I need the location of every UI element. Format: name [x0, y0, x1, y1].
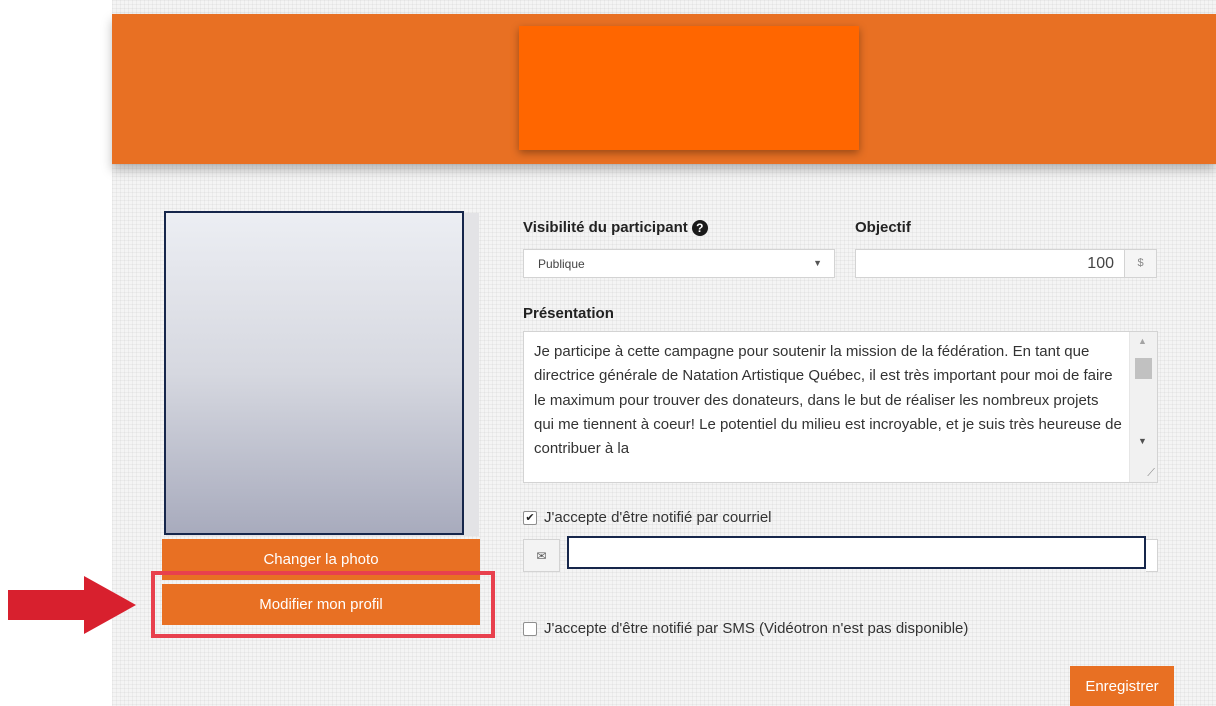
sms-notify-label: J'accepte d'être notifié par SMS (Vidéot…: [544, 620, 969, 637]
visibility-label-text: Visibilité du participant: [523, 219, 688, 236]
scroll-up-icon[interactable]: ▲: [1138, 336, 1147, 346]
email-notify-label: J'accepte d'être notifié par courriel: [544, 509, 772, 526]
email-notify-row: ✔ J'accepte d'être notifié par courriel: [523, 509, 772, 526]
email-notify-checkbox[interactable]: ✔: [523, 510, 537, 525]
visibility-select[interactable]: Publique ▼: [523, 249, 835, 278]
highlight-box: [151, 571, 495, 638]
presentation-text: Je participe à cette campagne pour soute…: [534, 343, 1122, 458]
scroll-down-icon[interactable]: ▼: [1138, 436, 1147, 446]
objective-input[interactable]: 100: [855, 249, 1125, 278]
sms-notify-checkbox[interactable]: [523, 621, 537, 636]
email-field[interactable]: [567, 536, 1146, 569]
logo-placeholder: [519, 26, 859, 150]
objective-label: Objectif: [855, 219, 911, 236]
resize-grip-icon[interactable]: ⟋: [1147, 467, 1155, 480]
save-button[interactable]: Enregistrer: [1070, 666, 1174, 706]
chevron-down-icon: ▼: [813, 258, 822, 268]
sms-notify-row: J'accepte d'être notifié par SMS (Vidéot…: [523, 620, 968, 637]
visibility-select-value: Publique: [538, 256, 585, 271]
visibility-label: Visibilité du participant?: [523, 219, 708, 237]
question-circle-icon[interactable]: ?: [691, 220, 708, 237]
presentation-textarea[interactable]: Je participe à cette campagne pour soute…: [523, 331, 1158, 483]
textarea-scrollbar[interactable]: ▲ ▼ ⟋: [1129, 332, 1157, 482]
presentation-label: Présentation: [523, 305, 614, 322]
envelope-icon: ✉: [523, 539, 560, 572]
currency-addon: $: [1124, 249, 1157, 278]
email-field-edge: [1146, 539, 1158, 572]
scroll-thumb[interactable]: [1135, 358, 1152, 379]
right-arrow-icon: [8, 576, 136, 634]
profile-photo: [164, 211, 464, 535]
